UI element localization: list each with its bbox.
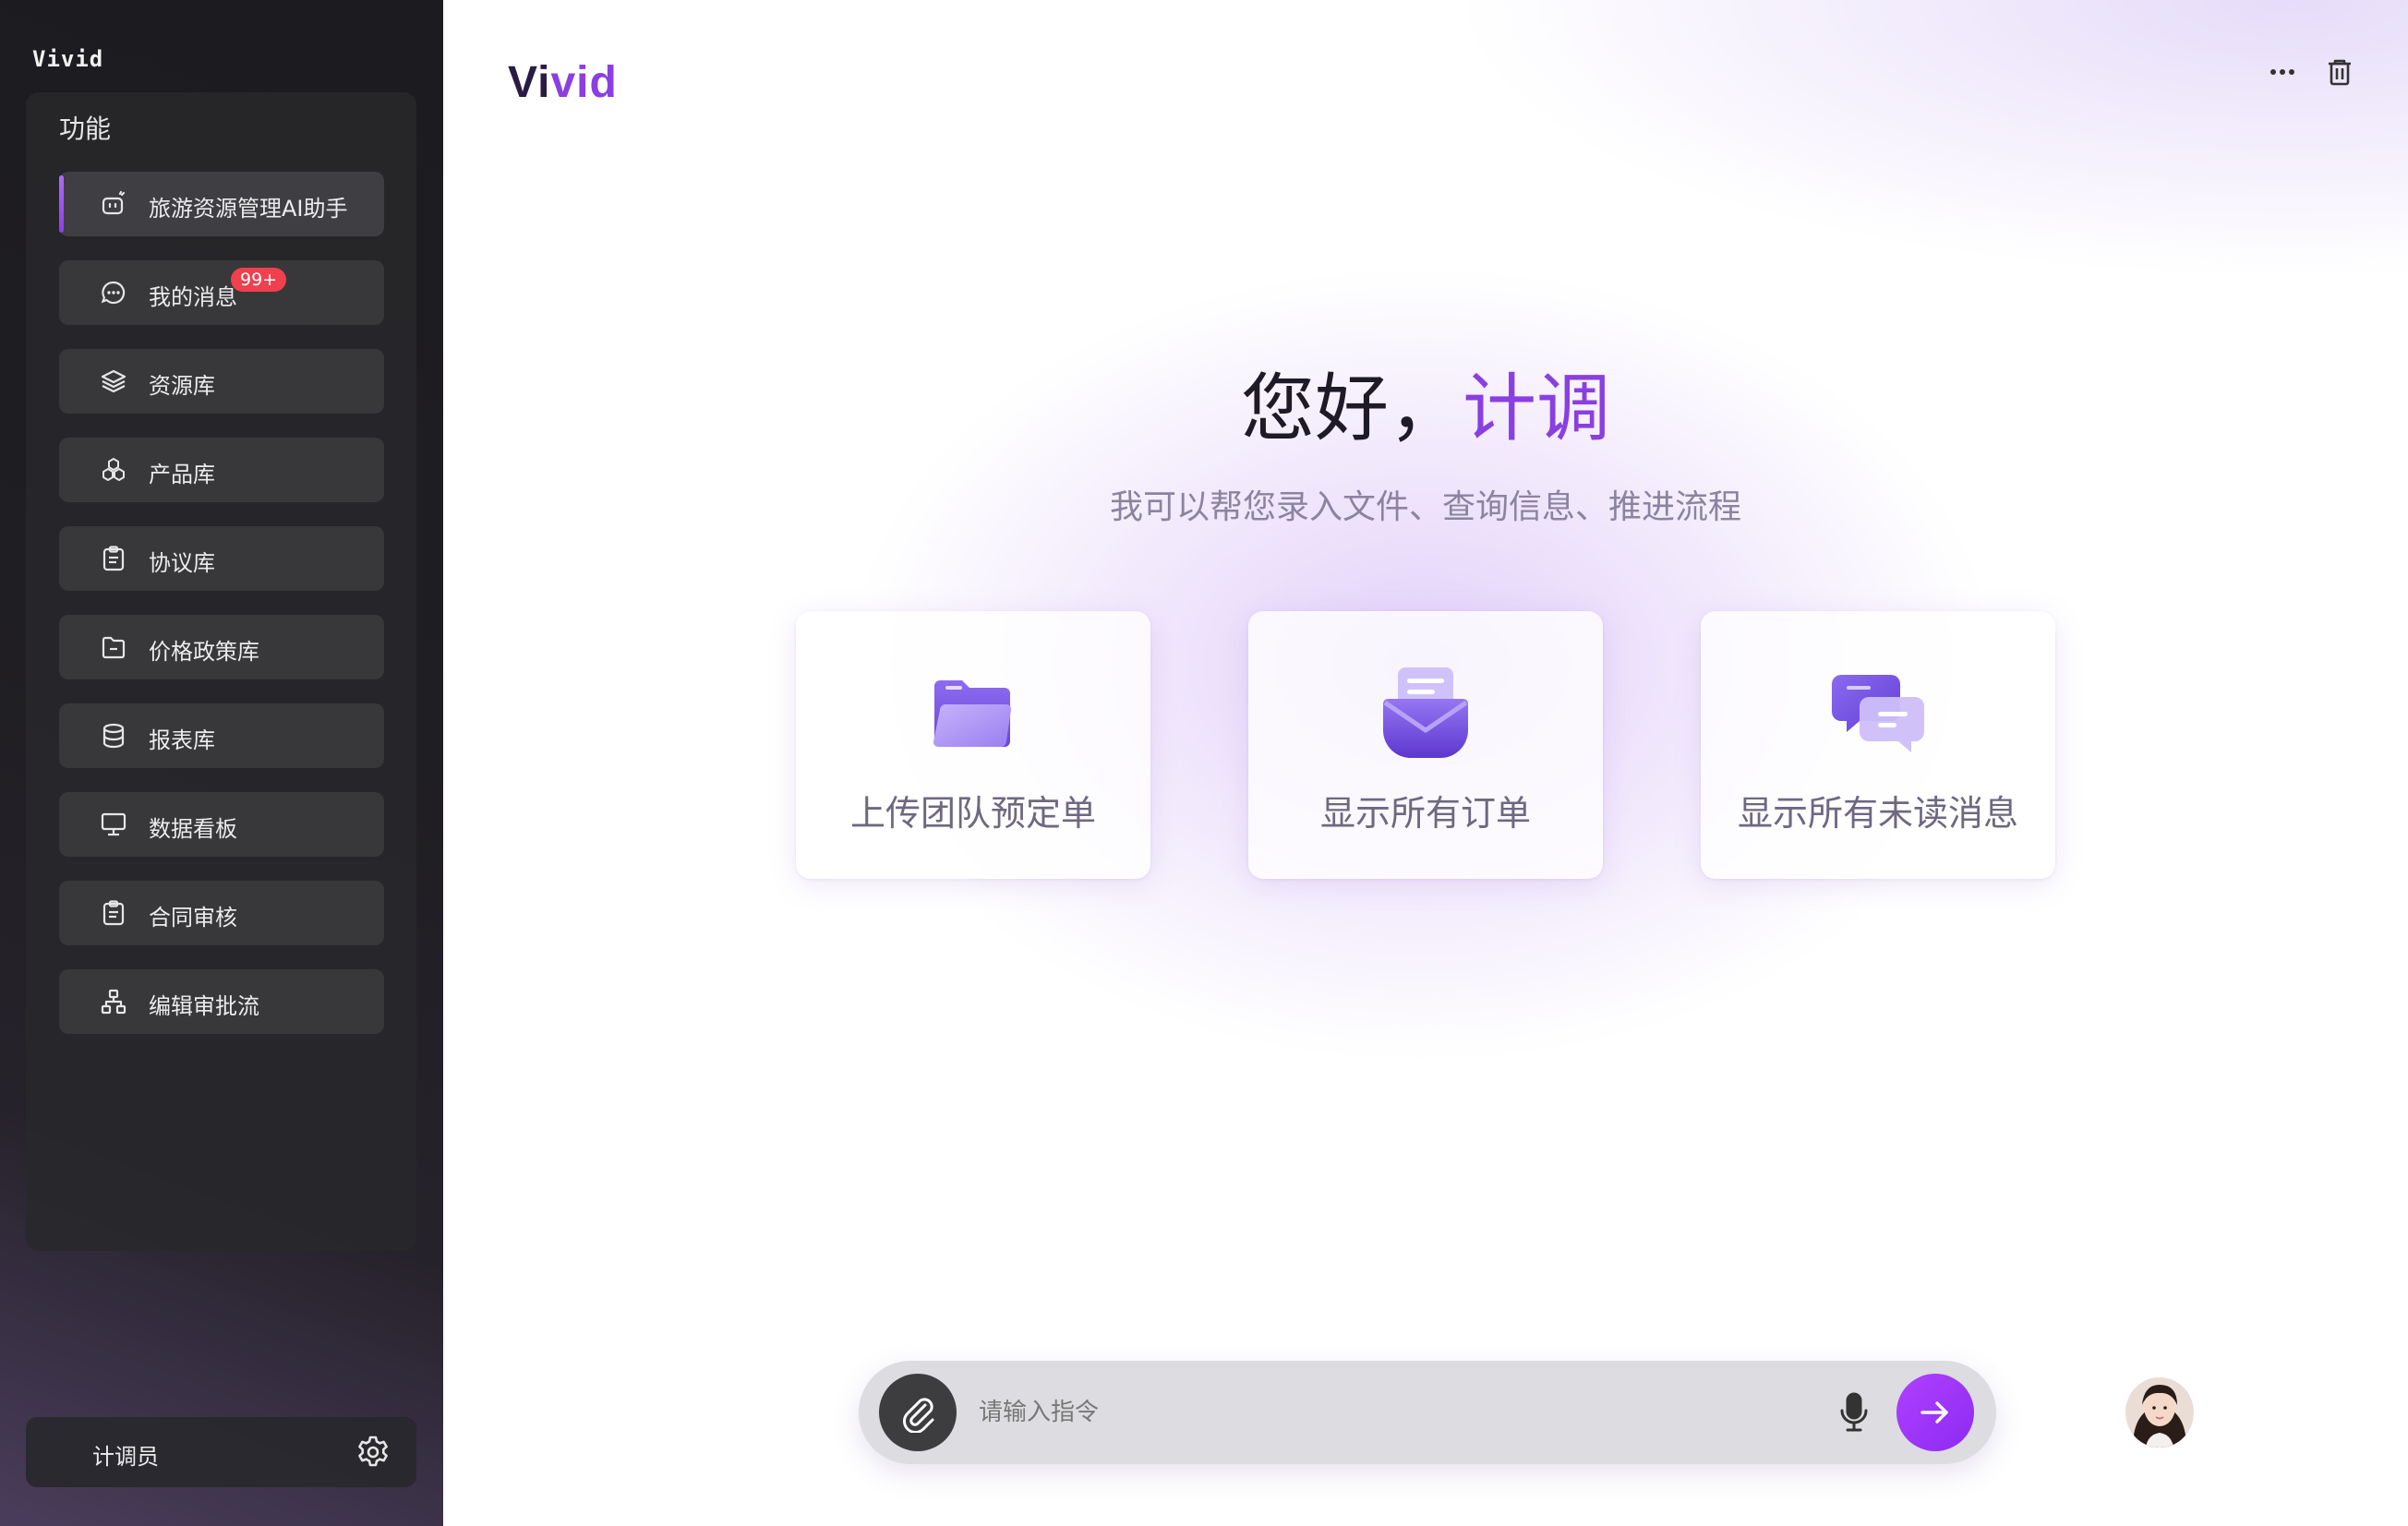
quick-action-upload-booking[interactable]: 上传团队预定单 [796, 611, 1150, 879]
clipboard-check-icon [100, 899, 127, 927]
card-label: 上传团队预定单 [849, 793, 1096, 834]
unread-badge: 99+ [231, 268, 287, 292]
command-composer [859, 1361, 1996, 1464]
robot-icon [100, 190, 127, 218]
more-dots-icon[interactable] [2264, 55, 2301, 89]
arrow-right-icon [1920, 1401, 1948, 1424]
folder-minus-icon [100, 633, 127, 661]
sidebar-item-approval-flow[interactable]: 编辑审批流 [59, 969, 384, 1034]
user-bar: 计调员 [26, 1417, 416, 1487]
card-label: 显示所有未读消息 [1737, 793, 2018, 834]
folder-icon [918, 662, 1029, 763]
send-button[interactable] [1896, 1374, 1974, 1451]
chat-bubble-icon [100, 279, 127, 306]
sidebar: Vivid 功能 旅游资源管理AI助手 我的消息 99+ 资源库 产品库 协议库… [0, 0, 443, 1526]
sidebar-item-label: 资源库 [149, 373, 215, 399]
greeting-subtitle: 我可以帮您录入文件、查询信息、推进流程 [1109, 488, 1741, 526]
envelope-icon [1370, 662, 1481, 763]
sidebar-item-label: 旅游资源管理AI助手 [149, 196, 348, 222]
microphone-icon[interactable] [1836, 1390, 1872, 1435]
command-input[interactable] [979, 1385, 1717, 1440]
user-avatar[interactable] [2125, 1377, 2194, 1448]
sidebar-brand: Vivid [32, 46, 104, 72]
sidebar-item-label: 我的消息 [149, 284, 237, 310]
sidebar-item-label: 报表库 [149, 727, 215, 753]
database-icon [100, 722, 127, 750]
quick-action-all-orders[interactable]: 显示所有订单 [1248, 611, 1603, 879]
sidebar-item-ai-assistant[interactable]: 旅游资源管理AI助手 [59, 172, 384, 236]
paperclip-icon[interactable] [879, 1374, 957, 1451]
function-menu: 功能 旅游资源管理AI助手 我的消息 99+ 资源库 产品库 协议库 价格政策库… [26, 92, 416, 1251]
org-chart-icon [100, 988, 127, 1015]
sidebar-item-reports[interactable]: 报表库 [59, 703, 384, 768]
main-area: Vivid 您好，计调 我可以帮您录入文件、查询信息、推进流程 上传团队预定单 [443, 0, 2408, 1526]
user-name: 计调员 [92, 1444, 159, 1470]
sidebar-item-dashboard[interactable]: 数据看板 [59, 792, 384, 857]
card-label: 显示所有订单 [1319, 793, 1531, 834]
trash-icon[interactable] [2323, 55, 2356, 89]
sidebar-item-label: 编辑审批流 [149, 993, 259, 1019]
messages-icon [1823, 662, 1933, 763]
sidebar-item-label: 协议库 [149, 550, 215, 576]
boxes-icon [100, 456, 127, 484]
app-logo: Vivid [508, 58, 618, 107]
menu-heading: 功能 [59, 114, 112, 144]
sidebar-item-resources[interactable]: 资源库 [59, 349, 384, 414]
sidebar-item-label: 价格政策库 [149, 639, 259, 665]
sidebar-item-label: 数据看板 [149, 816, 237, 842]
gear-icon[interactable] [355, 1434, 391, 1471]
greeting-title: 您好，计调 [1241, 367, 1610, 450]
clipboard-icon [100, 545, 127, 572]
sidebar-item-contract-review[interactable]: 合同审核 [59, 881, 384, 945]
monitor-icon [100, 811, 127, 838]
sidebar-item-messages[interactable]: 我的消息 99+ [59, 260, 384, 325]
sidebar-item-agreements[interactable]: 协议库 [59, 526, 384, 591]
sidebar-item-products[interactable]: 产品库 [59, 438, 384, 502]
layers-icon [100, 367, 127, 395]
sidebar-item-label: 产品库 [149, 462, 215, 487]
sidebar-item-label: 合同审核 [149, 905, 237, 931]
sidebar-item-price-policy[interactable]: 价格政策库 [59, 615, 384, 679]
quick-action-unread-messages[interactable]: 显示所有未读消息 [1701, 611, 2055, 879]
